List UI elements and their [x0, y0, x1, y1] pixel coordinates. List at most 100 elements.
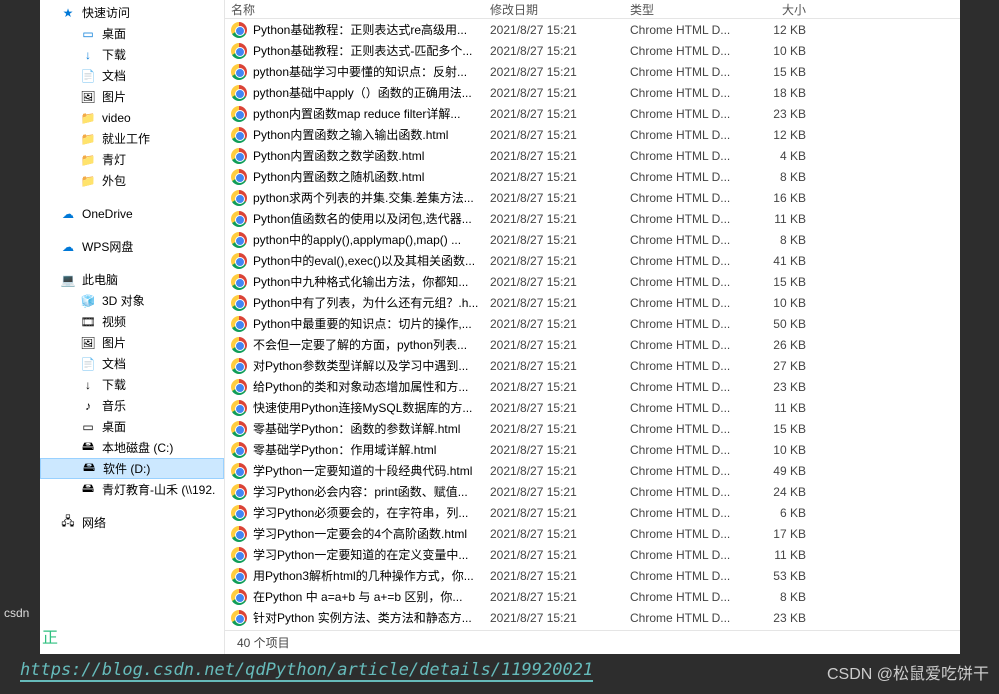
pc-item-7[interactable]: 🖴本地磁盘 (C:) — [40, 437, 224, 458]
file-row[interactable]: 用Python3解析html的几种操作方式，你...2021/8/27 15:2… — [225, 565, 960, 586]
chrome-icon — [231, 547, 247, 563]
header-name[interactable]: 名称 — [225, 1, 490, 18]
quick-6[interactable]: 📁就业工作 — [40, 128, 224, 149]
file-size: 16 KB — [750, 191, 820, 205]
pc-item-2[interactable]: 🖼图片 — [40, 332, 224, 353]
file-row[interactable]: Python中的eval(),exec()以及其相关函数...2021/8/27… — [225, 250, 960, 271]
header-date[interactable]: 修改日期 — [490, 1, 630, 18]
header-size[interactable]: 大小 — [750, 1, 820, 18]
file-type: Chrome HTML D... — [630, 590, 750, 604]
pc-item-9-icon: 🖴 — [80, 482, 96, 498]
file-row[interactable]: python中的apply(),applymap(),map() ...2021… — [225, 229, 960, 250]
column-headers: 名称 修改日期 类型 大小 — [225, 0, 960, 19]
file-row[interactable]: 学习Python一定要知道的在定义变量中...2021/8/27 15:21Ch… — [225, 544, 960, 565]
file-type: Chrome HTML D... — [630, 338, 750, 352]
file-row[interactable]: Python中九种格式化输出方法，你都知...2021/8/27 15:21Ch… — [225, 271, 960, 292]
file-row[interactable]: 学习Python必会内容：print函数、赋值...2021/8/27 15:2… — [225, 481, 960, 502]
file-row[interactable]: Python值函数名的使用以及闭包,迭代器...2021/8/27 15:21C… — [225, 208, 960, 229]
pc-item-5[interactable]: ♪音乐 — [40, 395, 224, 416]
quick-4[interactable]: 🖼图片 — [40, 86, 224, 107]
file-date: 2021/8/27 15:21 — [490, 338, 630, 352]
file-date: 2021/8/27 15:21 — [490, 443, 630, 457]
file-row[interactable]: Python基础教程：正则表达式-匹配多个...2021/8/27 15:21C… — [225, 40, 960, 61]
file-row[interactable]: 学习Python一定要会的4个高阶函数.html2021/8/27 15:21C… — [225, 523, 960, 544]
file-row[interactable]: Python内置函数之随机函数.html2021/8/27 15:21Chrom… — [225, 166, 960, 187]
file-type: Chrome HTML D... — [630, 485, 750, 499]
file-type: Chrome HTML D... — [630, 569, 750, 583]
file-row[interactable]: python内置函数map reduce filter详解...2021/8/2… — [225, 103, 960, 124]
file-row[interactable]: 在Python 中 a=a+b 与 a+=b 区别，你...2021/8/27 … — [225, 586, 960, 607]
pc-item-9[interactable]: 🖴青灯教育-山禾 (\\192. — [40, 479, 224, 500]
quick-5-label: video — [102, 111, 131, 125]
file-type: Chrome HTML D... — [630, 212, 750, 226]
file-date: 2021/8/27 15:21 — [490, 44, 630, 58]
pc-item-1[interactable]: 🎞视频 — [40, 311, 224, 332]
file-name: 对Python参数类型详解以及学习中遇到... — [253, 357, 490, 374]
quick-7[interactable]: 📁青灯 — [40, 149, 224, 170]
pc-item-3-label: 文档 — [102, 355, 126, 372]
file-row[interactable]: python基础中apply（）函数的正确用法...2021/8/27 15:2… — [225, 82, 960, 103]
file-row[interactable]: 学习Python必须要会的，在字符串，列...2021/8/27 15:21Ch… — [225, 502, 960, 523]
header-type[interactable]: 类型 — [630, 1, 750, 18]
file-name: python基础学习中要懂的知识点：反射... — [253, 63, 490, 80]
file-row[interactable]: Python中有了列表，为什么还有元组？.h...2021/8/27 15:21… — [225, 292, 960, 313]
quick-1[interactable]: ▭桌面 — [40, 23, 224, 44]
file-size: 15 KB — [750, 65, 820, 79]
network[interactable]: 🖧网络 — [40, 512, 224, 533]
file-row[interactable]: 零基础学Python：作用域详解.html2021/8/27 15:21Chro… — [225, 439, 960, 460]
file-name: 在Python 中 a=a+b 与 a+=b 区别，你... — [253, 588, 490, 605]
file-row[interactable]: 对Python参数类型详解以及学习中遇到...2021/8/27 15:21Ch… — [225, 355, 960, 376]
file-list[interactable]: Python基础教程：正则表达式re高级用...2021/8/27 15:21C… — [225, 19, 960, 630]
file-name: 学Python一定要知道的十段经典代码.html — [253, 462, 490, 479]
file-type: Chrome HTML D... — [630, 611, 750, 625]
file-row[interactable]: Python基础教程：正则表达式re高级用...2021/8/27 15:21C… — [225, 19, 960, 40]
pc-item-8[interactable]: 🖴软件 (D:) — [40, 458, 224, 479]
file-row[interactable]: Python中最重要的知识点：切片的操作,...2021/8/27 15:21C… — [225, 313, 960, 334]
file-row[interactable]: python基础学习中要懂的知识点：反射...2021/8/27 15:21Ch… — [225, 61, 960, 82]
file-name: 针对Python 实例方法、类方法和静态方... — [253, 609, 490, 626]
quick-8-icon: 📁 — [80, 173, 96, 189]
quick-3-label: 文档 — [102, 67, 126, 84]
quick-0[interactable]: ★快速访问 — [40, 2, 224, 23]
quick-7-icon: 📁 — [80, 152, 96, 168]
file-row[interactable]: 零基础学Python：函数的参数详解.html2021/8/27 15:21Ch… — [225, 418, 960, 439]
file-row[interactable]: 针对Python 实例方法、类方法和静态方...2021/8/27 15:21C… — [225, 607, 960, 628]
file-row[interactable]: 学Python一定要知道的十段经典代码.html2021/8/27 15:21C… — [225, 460, 960, 481]
cloud-1[interactable]: ☁WPS网盘 — [40, 236, 224, 257]
quick-2[interactable]: ↓下载 — [40, 44, 224, 65]
file-row[interactable]: Python内置函数之输入输出函数.html2021/8/27 15:21Chr… — [225, 124, 960, 145]
pc-item-4[interactable]: ↓下载 — [40, 374, 224, 395]
file-row[interactable]: Python内置函数之数学函数.html2021/8/27 15:21Chrom… — [225, 145, 960, 166]
pc-item-7-label: 本地磁盘 (C:) — [102, 439, 173, 456]
file-row[interactable]: 给Python的类和对象动态增加属性和方...2021/8/27 15:21Ch… — [225, 376, 960, 397]
file-size: 8 KB — [750, 170, 820, 184]
file-date: 2021/8/27 15:21 — [490, 401, 630, 415]
file-size: 10 KB — [750, 443, 820, 457]
file-name: Python中有了列表，为什么还有元组？.h... — [253, 294, 490, 311]
file-type: Chrome HTML D... — [630, 44, 750, 58]
file-type: Chrome HTML D... — [630, 23, 750, 37]
file-date: 2021/8/27 15:21 — [490, 422, 630, 436]
file-date: 2021/8/27 15:21 — [490, 296, 630, 310]
chrome-icon — [231, 43, 247, 59]
file-size: 12 KB — [750, 128, 820, 142]
file-size: 23 KB — [750, 107, 820, 121]
file-type: Chrome HTML D... — [630, 422, 750, 436]
pc-item-6[interactable]: ▭桌面 — [40, 416, 224, 437]
watermark: CSDN @松鼠爱吃饼干 — [827, 660, 989, 684]
file-type: Chrome HTML D... — [630, 254, 750, 268]
quick-3[interactable]: 📄文档 — [40, 65, 224, 86]
chrome-icon — [231, 295, 247, 311]
quick-8[interactable]: 📁外包 — [40, 170, 224, 191]
file-row[interactable]: python求两个列表的并集.交集.差集方法...2021/8/27 15:21… — [225, 187, 960, 208]
this-pc[interactable]: 💻此电脑 — [40, 269, 224, 290]
quick-5[interactable]: 📁 video — [40, 107, 224, 128]
file-size: 23 KB — [750, 611, 820, 625]
pc-item-3[interactable]: 📄文档 — [40, 353, 224, 374]
file-row[interactable]: 不会但一定要了解的方面，python列表...2021/8/27 15:21Ch… — [225, 334, 960, 355]
quick-5-icon: 📁 — [80, 110, 96, 126]
pc-item-0[interactable]: 🧊3D 对象 — [40, 290, 224, 311]
file-row[interactable]: 快速使用Python连接MySQL数据库的方...2021/8/27 15:21… — [225, 397, 960, 418]
cloud-0[interactable]: ☁OneDrive — [40, 203, 224, 224]
file-size: 15 KB — [750, 275, 820, 289]
